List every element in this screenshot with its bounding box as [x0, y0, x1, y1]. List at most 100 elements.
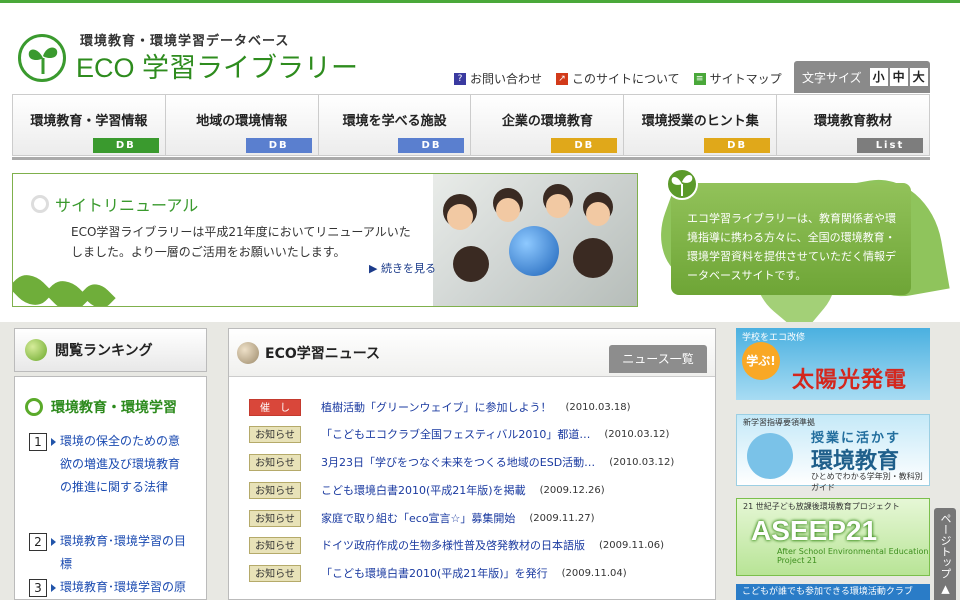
- contact-link[interactable]: ? お問い合わせ: [454, 70, 542, 87]
- sitemap-icon: ≡: [693, 72, 706, 85]
- banner-caption: 学校をエコ改修: [742, 333, 806, 343]
- nav-label: 環境授業のヒント集: [641, 114, 759, 129]
- question-icon: ?: [454, 72, 466, 85]
- banner-caption: ひとめでわかる学年別・教科別ガイド: [811, 472, 923, 492]
- nav-label: 地域の環境情報: [196, 114, 288, 129]
- ranking-item[interactable]: 3 環境教育･環境学習の原則: [29, 579, 188, 600]
- sprout-logo-icon[interactable]: [18, 34, 66, 82]
- banner-caption: こどもが誰でも参加できる環境活動クラブ: [742, 587, 913, 597]
- news-panel: ECO学習ニュース ニュース一覧 催 し 植樹活動「グリーンウェイブ」に参加しよ…: [228, 328, 716, 600]
- arrow-icon: ↗: [556, 72, 569, 85]
- news-item[interactable]: お知らせ ドイツ政府作成の生物多様性普及啓発教材の日本語版 (2009.11.0…: [249, 536, 664, 554]
- ranking-item[interactable]: 2 環境教育･環境学習の目標: [29, 533, 188, 576]
- page-top-button[interactable]: ページトップ ▲: [934, 508, 956, 600]
- news-item[interactable]: お知らせ 家庭で取り組む「eco宣言☆」募集開始 (2009.11.27): [249, 509, 594, 527]
- nav-item-education-info[interactable]: 環境教育・学習情報 DB: [13, 95, 166, 155]
- news-badge: お知らせ: [249, 509, 301, 527]
- rank-number: 3: [29, 579, 47, 597]
- news-link[interactable]: こども環境白書2010(平成21年版)を掲載: [321, 482, 526, 498]
- sitemap-link-label: サイトマップ: [709, 72, 782, 86]
- news-link[interactable]: ドイツ政府作成の生物多様性普及啓発教材の日本語版: [321, 537, 585, 553]
- site-intro-text: エコ学習ライブラリーは、教育関係者や環境指導に携わる方々に、全国の環境教育・環境…: [671, 183, 911, 295]
- news-link[interactable]: 「こどもエコクラブ全国フェスティバル2010」都道…: [321, 426, 590, 442]
- globe-icon: [509, 226, 559, 276]
- news-badge: 催 し: [249, 398, 301, 416]
- read-more-label: 続きを見る: [380, 262, 436, 275]
- nav-label: 環境教育・学習情報: [30, 114, 148, 129]
- news-item[interactable]: お知らせ 「こども環境白書2010(平成21年版)」を発行 (2009.11.0…: [249, 564, 627, 582]
- news-link[interactable]: 植樹活動「グリーンウェイブ」に参加しよう！: [321, 399, 551, 415]
- nav-item-facilities[interactable]: 環境を学べる施設 DB: [319, 95, 472, 155]
- nav-item-lesson-hints[interactable]: 環境授業のヒント集 DB: [624, 95, 778, 155]
- children-globe-photo: [433, 174, 637, 306]
- news-item[interactable]: お知らせ 「こどもエコクラブ全国フェスティバル2010」都道… (2010.03…: [249, 425, 669, 443]
- nav-item-corporate[interactable]: 企業の環境教育 DB: [471, 95, 625, 155]
- about-link[interactable]: ↗ このサイトについて: [556, 70, 680, 87]
- ranking-category-label: 環境教育・環境学習: [51, 400, 177, 416]
- news-item[interactable]: お知らせ 3月23日「学びをつなぐ未来をつくる地域のESD活動… (2010.0…: [249, 453, 674, 471]
- nav-item-materials[interactable]: 環境教育教材 List: [777, 95, 929, 155]
- news-list-button[interactable]: ニュース一覧: [609, 345, 707, 373]
- news-link[interactable]: 3月23日「学びをつなぐ未来をつくる地域のESD活動…: [321, 454, 595, 470]
- news-date: (2009.11.06): [599, 539, 665, 551]
- sitemap-link[interactable]: ≡ サイトマップ: [693, 70, 782, 87]
- renewal-banner[interactable]: サイトリニューアル ECO学習ライブラリーは平成21年度においてリニューアルいた…: [12, 173, 638, 307]
- main-nav: 環境教育・学習情報 DB 地域の環境情報 DB 環境を学べる施設 DB 企業の環…: [12, 94, 930, 156]
- arrow-icon: [51, 584, 56, 592]
- news-badge: お知らせ: [249, 536, 301, 554]
- rank-number: 1: [29, 433, 47, 451]
- environmental-education-banner[interactable]: 新学習指導要領準拠 授業に活かす 環境教育 ひとめでわかる学年別・教科別ガイド: [736, 414, 930, 492]
- news-date: (2009.12.26): [539, 484, 605, 496]
- sun-icon: 学ぶ!: [742, 342, 780, 380]
- ranking-item-link[interactable]: 環境の保全のための意欲の増進及び環境教育の推進に関する法律: [60, 430, 188, 499]
- hero-heading: サイトリニューアル: [31, 192, 198, 216]
- nav-item-regional-info[interactable]: 地域の環境情報 DB: [166, 95, 319, 155]
- nav-list-tag: List: [856, 138, 923, 153]
- utility-links: ? お問い合わせ ↗ このサイトについて ≡ サイトマップ: [454, 70, 782, 87]
- aseep21-banner[interactable]: 21 世紀子ども放課後環境教育プロジェクト ASEEP21 After Scho…: [736, 498, 930, 576]
- solar-power-banner[interactable]: 学校をエコ改修 学ぶ! 太陽光発電: [736, 328, 930, 400]
- hero-body: ECO学習ライブラリーは平成21年度においてリニューアルいたしました。より一層の…: [71, 225, 411, 259]
- font-size-medium-button[interactable]: 中: [889, 68, 908, 86]
- news-title: ECO学習ニュース: [265, 345, 381, 362]
- nav-db-tag: DB: [245, 138, 312, 153]
- ranking-category[interactable]: 環境教育・環境学習: [25, 397, 177, 417]
- eco-club-banner[interactable]: こどもが誰でも参加できる環境活動クラブ: [736, 584, 930, 600]
- hero-title: サイトリニューアル: [55, 196, 199, 215]
- news-date: (2010.03.12): [604, 428, 670, 440]
- ranking-title: 閲覧ランキング: [55, 343, 153, 359]
- leaf-icon: [13, 267, 54, 306]
- smiley-icon: [747, 433, 793, 479]
- ball-icon: [25, 339, 47, 361]
- ranking-item-link[interactable]: 環境教育･環境学習の目標: [60, 530, 188, 576]
- nav-label: 企業の環境教育: [501, 114, 593, 129]
- banner-caption: 21 世紀子ども放課後環境教育プロジェクト: [743, 502, 900, 511]
- ring-icon: [25, 398, 43, 416]
- ring-icon: [31, 195, 49, 213]
- ranking-item[interactable]: 1 環境の保全のための意欲の増進及び環境教育の推進に関する法律: [29, 433, 188, 499]
- news-item[interactable]: 催 し 植樹活動「グリーンウェイブ」に参加しよう！ (2010.03.18): [249, 398, 631, 416]
- news-badge: お知らせ: [249, 564, 301, 582]
- nav-divider: [12, 157, 930, 160]
- site-title[interactable]: ECO 学習ライブラリー: [76, 46, 358, 85]
- font-size-large-button[interactable]: 大: [909, 68, 928, 86]
- font-size-small-button[interactable]: 小: [869, 68, 888, 86]
- banner-title: 太陽光発電: [792, 368, 908, 393]
- banner-caption: After School Environmental Education Pro…: [777, 547, 929, 565]
- contact-link-label: お問い合わせ: [470, 72, 543, 86]
- nav-db-tag: DB: [398, 138, 465, 153]
- nav-label: 環境教育教材: [814, 114, 893, 129]
- read-more-link[interactable]: ▶ 続きを見る: [369, 260, 436, 276]
- arrow-icon: [51, 438, 56, 446]
- news-badge: お知らせ: [249, 481, 301, 499]
- news-link[interactable]: 「こども環境白書2010(平成21年版)」を発行: [321, 565, 548, 581]
- news-link[interactable]: 家庭で取り組む「eco宣言☆」募集開始: [321, 510, 515, 526]
- arrow-icon: [51, 538, 56, 546]
- news-badge: お知らせ: [249, 453, 301, 471]
- ranking-header: 閲覧ランキング: [14, 328, 207, 372]
- news-date: (2010.03.12): [609, 456, 675, 468]
- nav-label: 環境を学べる施設: [342, 114, 447, 129]
- news-item[interactable]: お知らせ こども環境白書2010(平成21年版)を掲載 (2009.12.26): [249, 481, 605, 499]
- ranking-item-link[interactable]: 環境教育･環境学習の原則: [60, 576, 188, 600]
- about-link-label: このサイトについて: [572, 72, 680, 86]
